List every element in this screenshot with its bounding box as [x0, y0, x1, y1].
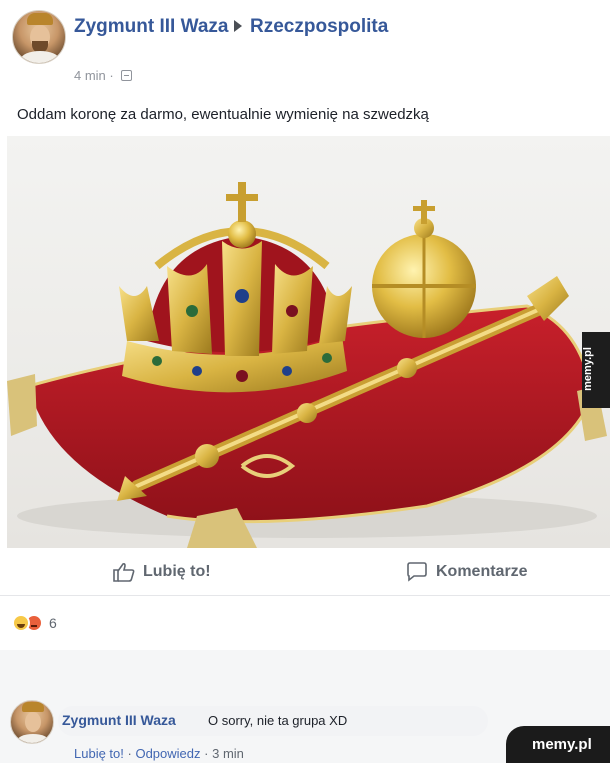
- comment-button[interactable]: Komentarze: [406, 562, 528, 582]
- comment-text: O sorry, nie ta grupa XD: [208, 713, 348, 728]
- action-bar: Lubię to! Komentarze: [0, 548, 610, 596]
- group-link[interactable]: Rzeczpospolita: [250, 16, 388, 38]
- comment-timestamp[interactable]: 3 min: [212, 746, 244, 761]
- comment-label: Komentarze: [436, 563, 528, 580]
- author-avatar[interactable]: [12, 10, 66, 64]
- post-author-link[interactable]: Zygmunt III Waza: [74, 16, 228, 38]
- reactions-summary[interactable]: 6: [12, 612, 57, 634]
- triangle-right-icon: [234, 20, 242, 32]
- audience-icon[interactable]: [121, 70, 133, 81]
- reactions-count: 6: [49, 615, 57, 631]
- comment-separator-2: ·: [204, 746, 209, 761]
- haha-reaction-icon: [12, 614, 30, 632]
- comment-separator-1: ·: [127, 746, 132, 761]
- comment-like-link[interactable]: Lubię to!: [74, 746, 124, 761]
- avatar-collar: [21, 51, 59, 63]
- memy-watermark: memy.pl: [582, 332, 610, 408]
- post-header: Zygmunt III Waza Rzeczpospolita 4 min ·: [12, 10, 572, 90]
- post-timestamp[interactable]: 4 min: [74, 68, 106, 83]
- comment-author-link[interactable]: Zygmunt III Waza: [62, 712, 176, 728]
- meta-separator: ·: [109, 68, 114, 83]
- post-image[interactable]: [7, 136, 610, 548]
- commenter-avatar[interactable]: [10, 700, 54, 744]
- crown-illustration: [7, 182, 607, 548]
- commenter-avatar-face: [25, 712, 41, 732]
- avatar-hat: [27, 13, 53, 25]
- comment-bubble: Zygmunt III Waza O sorry, nie ta grupa X…: [58, 706, 488, 736]
- post-text: Oddam koronę za darmo, ewentualnie wymie…: [17, 106, 429, 123]
- like-button[interactable]: Lubię to!: [113, 562, 211, 582]
- thumbs-up-icon: [113, 562, 135, 582]
- commenter-avatar-hat: [22, 702, 44, 712]
- commenter-avatar-collar: [17, 734, 49, 743]
- comment-reply-link[interactable]: Odpowiedz: [135, 746, 200, 761]
- site-badge: memy.pl: [506, 726, 610, 763]
- comment-actions: Lubię to! · Odpowiedz · 3 min: [74, 746, 244, 761]
- like-label: Lubię to!: [143, 563, 211, 580]
- post-meta: 4 min ·: [74, 68, 133, 83]
- comment-icon: [407, 562, 427, 582]
